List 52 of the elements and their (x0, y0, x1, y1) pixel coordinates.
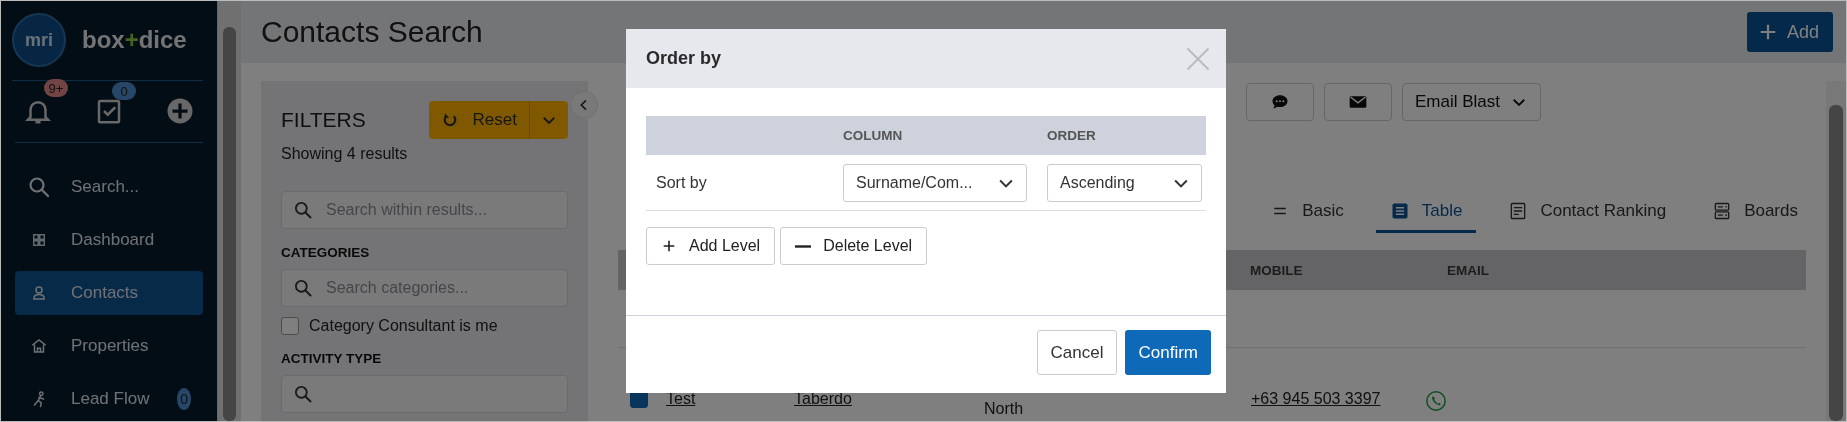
scrollbar[interactable] (1826, 81, 1846, 421)
phone-icon (1425, 390, 1447, 412)
checkbox-label: Category Consultant is me (309, 317, 498, 335)
scrollbar[interactable] (217, 1, 241, 421)
count-badge: 0 (112, 82, 136, 101)
section-heading: CATEGORIES (281, 245, 371, 260)
reset-button[interactable]: Reset (428, 101, 568, 139)
column-select[interactable]: Surname/Com... (843, 163, 1027, 202)
confirm-button[interactable]: Confirm (1125, 330, 1211, 375)
logo-badge: mri (12, 13, 66, 68)
search-icon (293, 200, 313, 220)
page-title: Contacts Search (261, 15, 483, 49)
nav-item[interactable]: Properties (15, 324, 203, 368)
dialog-title: Order by (646, 48, 722, 69)
nav-item[interactable]: Dashboard (15, 218, 203, 262)
plus-icon (661, 238, 677, 254)
table-cell-text: North (984, 399, 1025, 418)
chat-icon (1270, 92, 1290, 112)
count-badge: 9+ (44, 79, 68, 98)
order-select[interactable]: Ascending (1047, 163, 1202, 202)
column-header: EMAIL (1447, 262, 1489, 278)
view-tab[interactable]: Boards (1698, 191, 1812, 233)
search-icon (27, 175, 51, 199)
view-tab[interactable]: Table (1375, 191, 1477, 233)
cancel-button[interactable]: Cancel (1036, 330, 1118, 375)
add-level-button[interactable]: Add Level (646, 227, 776, 265)
section-heading: ACTIVITY TYPE (281, 351, 383, 366)
nav-item[interactable]: Contacts (15, 271, 203, 315)
filters-heading: FILTERS (281, 108, 366, 132)
search-icon (293, 384, 313, 404)
nav-item[interactable]: Lead Flow 0 (15, 377, 203, 421)
delete-level-button[interactable]: Delete Level (780, 227, 928, 265)
row-label: Sort by (655, 173, 708, 192)
view-tab[interactable]: Basic (1256, 191, 1358, 233)
collapse-button[interactable] (570, 91, 598, 119)
count-badge: 0 (177, 388, 191, 410)
chat-button[interactable] (1246, 83, 1314, 121)
column-header: ORDER (1047, 128, 1097, 143)
nav-item[interactable]: Search... (15, 165, 203, 209)
column-header: COLUMN (843, 128, 904, 143)
checkbox[interactable] (281, 317, 299, 335)
column-header: MOBILE (1250, 262, 1304, 278)
mail-button[interactable] (1324, 83, 1392, 121)
minus-icon (795, 244, 812, 248)
search-icon (293, 278, 313, 298)
search-field[interactable] (281, 375, 568, 413)
wordmark: box+dice (82, 26, 187, 55)
phone-link[interactable]: +63 945 503 3397 (1251, 390, 1425, 408)
view-tab[interactable]: Contact Ranking (1494, 191, 1681, 233)
email-blast-button[interactable]: Email Blast (1402, 83, 1542, 121)
result-count: Showing 4 results (281, 145, 409, 163)
add-button[interactable]: Add (1746, 12, 1833, 52)
